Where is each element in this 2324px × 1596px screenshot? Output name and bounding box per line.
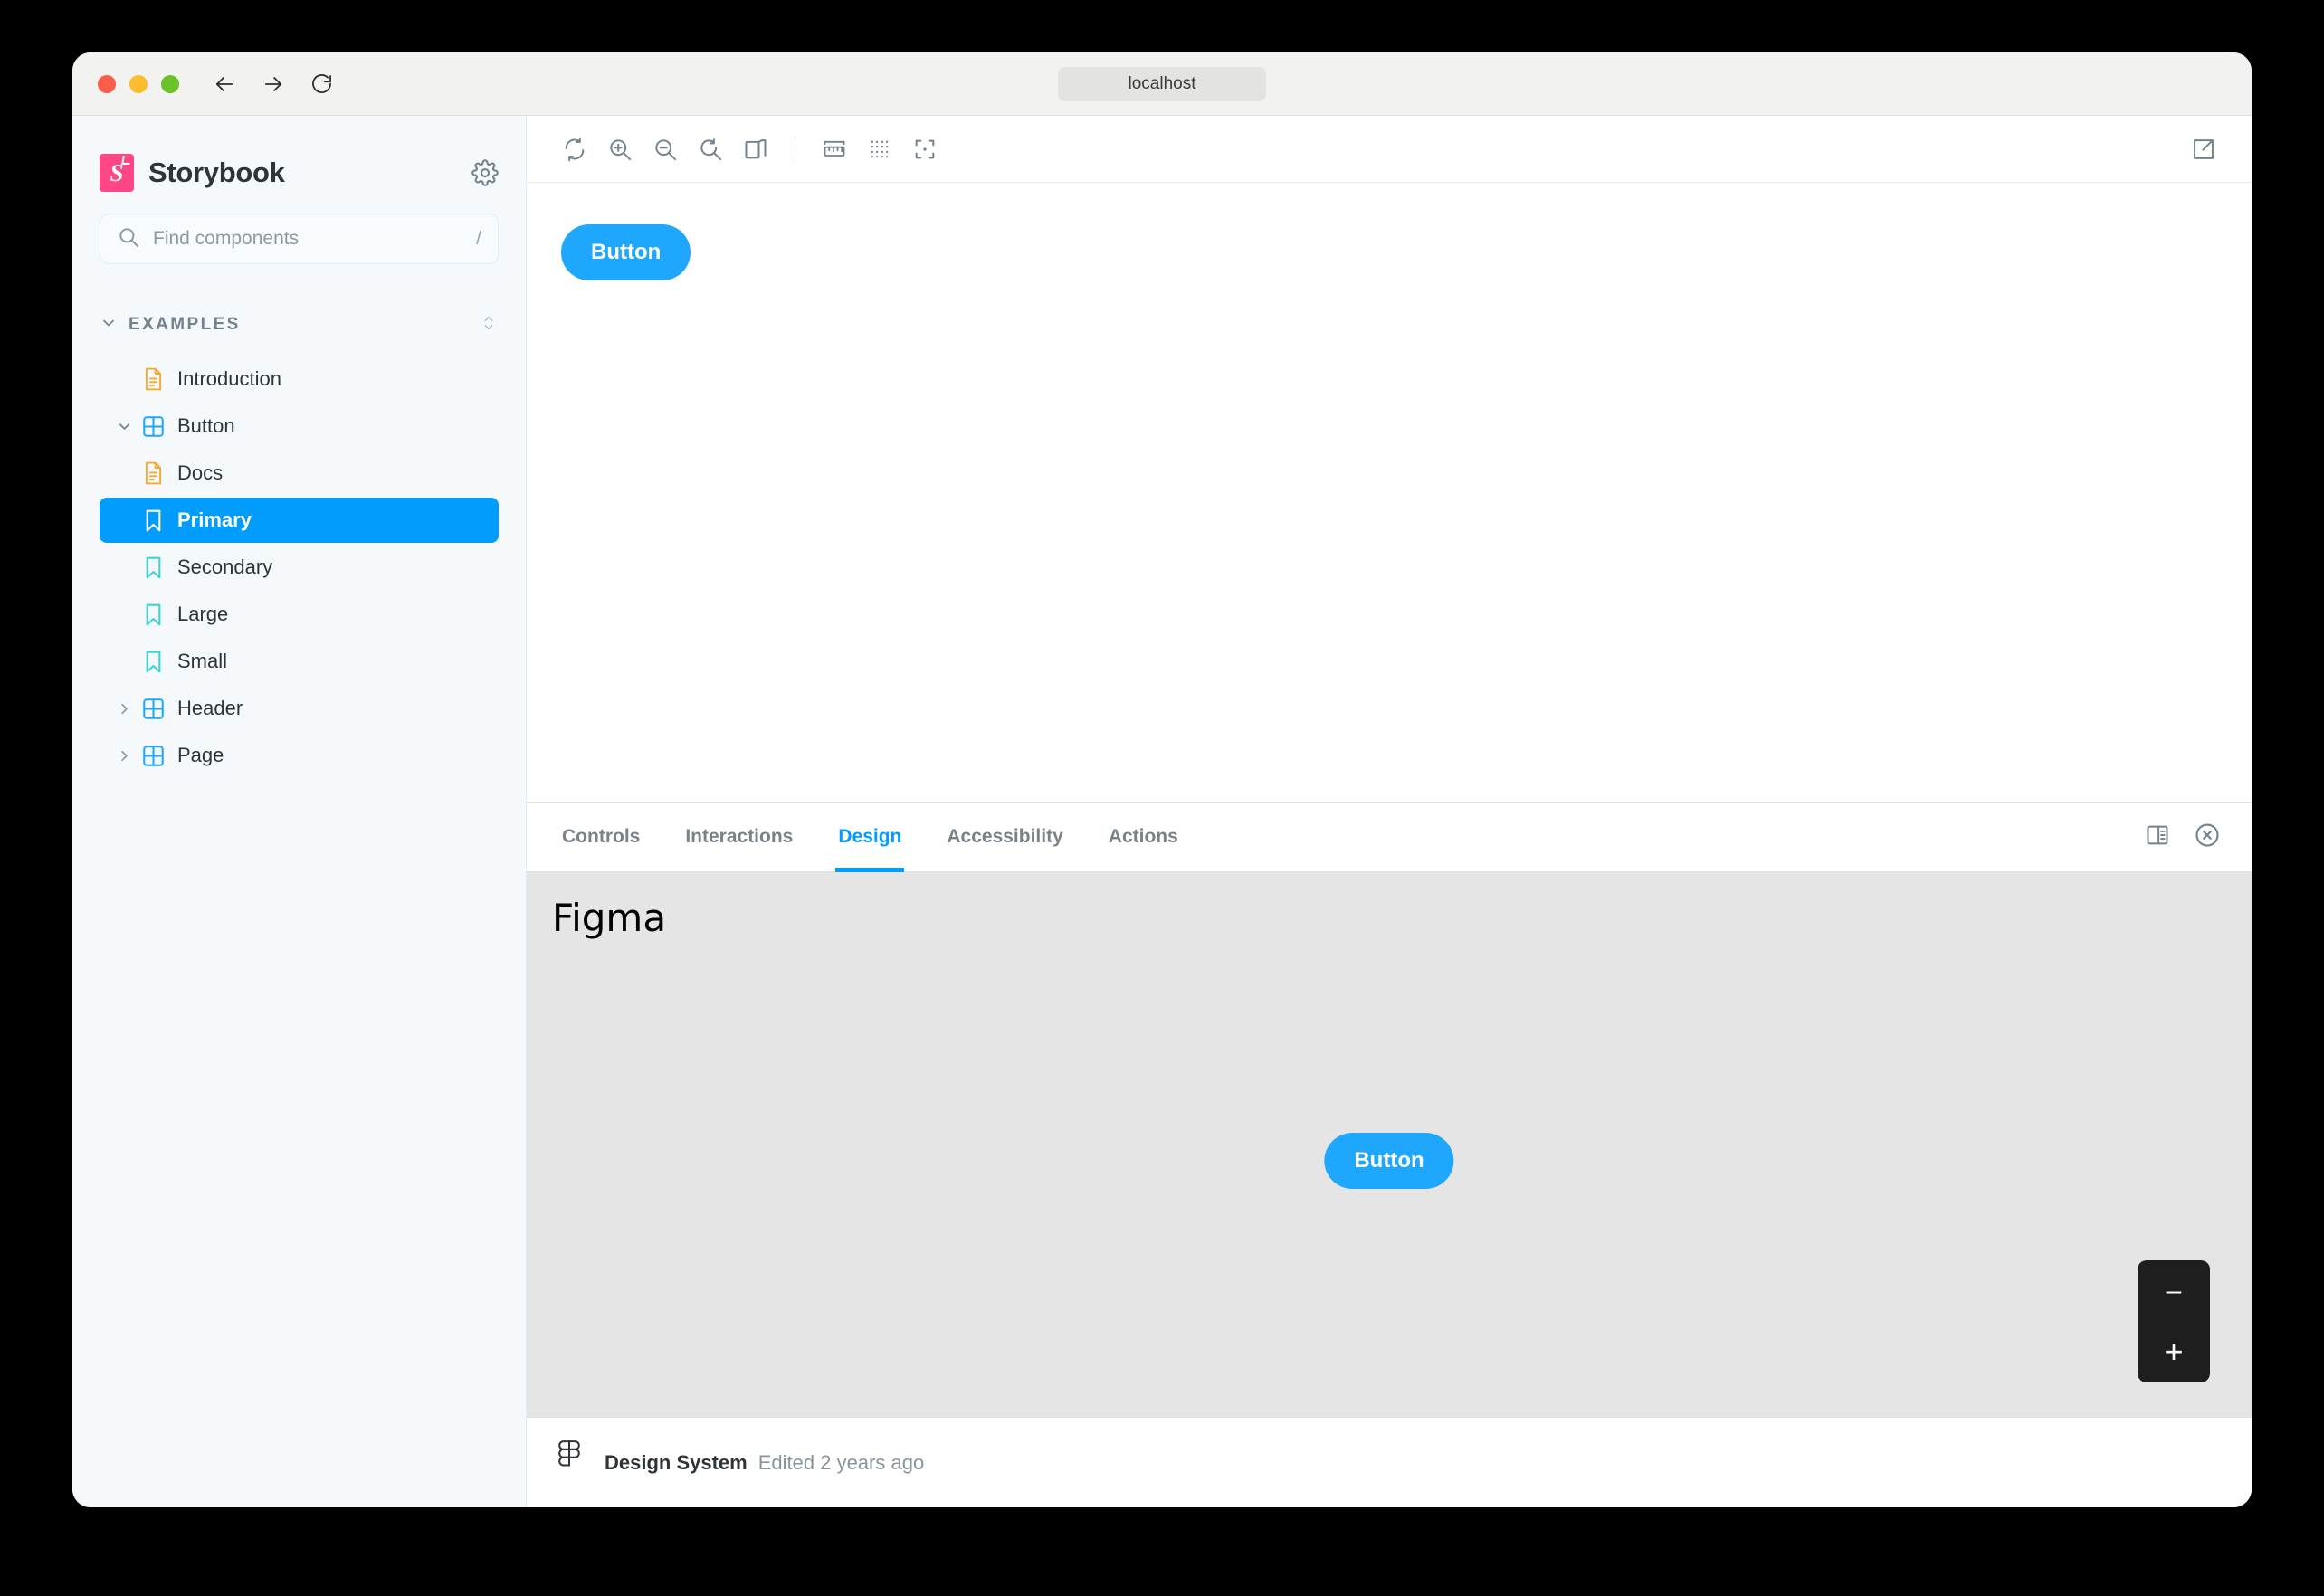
measure-icon[interactable]	[812, 127, 857, 172]
remount-icon[interactable]	[552, 127, 597, 172]
figma-embed[interactable]: Figma Button – +	[527, 872, 2252, 1417]
sidebar-item-header[interactable]: Header	[100, 686, 499, 731]
chevron-right-icon[interactable]	[110, 700, 138, 717]
preview-button[interactable]: Button	[561, 224, 691, 280]
storybook-app: S Storybook / EXAMPLES	[72, 116, 2252, 1507]
reload-icon[interactable]	[310, 71, 334, 96]
sidebar-brand[interactable]: S Storybook	[100, 116, 499, 214]
figma-canvas-button[interactable]: Button	[1324, 1133, 1454, 1190]
gear-icon[interactable]	[471, 159, 499, 186]
story-icon	[138, 556, 168, 579]
sidebar-item-label: Button	[177, 414, 235, 437]
sidebar-item-label: Page	[177, 744, 224, 766]
sidebar-item-label: Large	[177, 603, 229, 625]
story-icon	[138, 603, 168, 626]
tab-interactions[interactable]: Interactions	[662, 803, 815, 871]
tab-actions[interactable]: Actions	[1086, 803, 1201, 871]
zoom-reset-icon[interactable]	[688, 127, 733, 172]
zoom-out-icon[interactable]	[643, 127, 688, 172]
sidebar-item-button[interactable]: Button	[100, 404, 499, 449]
component-icon	[138, 745, 168, 767]
sidebar-item-secondary[interactable]: Secondary	[100, 545, 499, 590]
zoom-in-icon[interactable]	[597, 127, 643, 172]
sidebar-item-large[interactable]: Large	[100, 592, 499, 637]
browser-window: localhost S Storybook /	[72, 52, 2252, 1507]
sidebar-item-page[interactable]: Page	[100, 733, 499, 778]
chevron-down-icon[interactable]	[110, 418, 138, 435]
external-link-icon[interactable]	[2181, 127, 2226, 172]
tab-bar-spacer	[1201, 803, 2145, 871]
main-area: Button Controls Interactions Design Acce…	[527, 116, 2252, 1507]
maximize-window-button[interactable]	[161, 74, 179, 93]
figma-zoom-in-button[interactable]: +	[2138, 1322, 2210, 1383]
figma-file-name: Design System	[605, 1450, 748, 1474]
forward-icon[interactable]	[261, 71, 286, 97]
minimize-window-button[interactable]	[129, 74, 148, 93]
search-shortcut-hint: /	[476, 228, 481, 249]
panel-controls	[2145, 803, 2239, 871]
sidebar-item-introduction[interactable]: Introduction	[100, 356, 499, 402]
url-text: localhost	[1128, 73, 1196, 93]
tab-controls[interactable]: Controls	[539, 803, 662, 871]
search-input[interactable]	[153, 228, 477, 250]
tab-design[interactable]: Design	[815, 803, 924, 872]
sidebar-group-label: EXAMPLES	[129, 315, 241, 334]
figma-edited-meta: Edited 2 years ago	[757, 1450, 925, 1474]
figma-logo-icon	[556, 1440, 583, 1485]
figma-frame-title: Figma	[552, 896, 667, 940]
chevron-right-icon[interactable]	[110, 747, 138, 765]
addon-panel: Controls Interactions Design Accessibili…	[527, 802, 2252, 1507]
browser-nav-buttons	[212, 71, 334, 97]
outline-icon[interactable]	[902, 127, 948, 172]
storybook-logo-icon: S	[100, 154, 134, 192]
figma-zoom-out-button[interactable]: –	[2138, 1260, 2210, 1322]
tab-accessibility[interactable]: Accessibility	[924, 803, 1085, 871]
sidebar-item-label: Docs	[177, 461, 224, 484]
figma-zoom-controls: – +	[2138, 1260, 2210, 1382]
preview-toolbar	[527, 116, 2252, 183]
sidebar-item-primary[interactable]: Primary	[100, 498, 499, 543]
close-window-button[interactable]	[98, 74, 116, 93]
expand-collapse-icon[interactable]	[479, 311, 499, 339]
sidebar-item-small[interactable]: Small	[100, 639, 499, 684]
brand-title: Storybook	[148, 157, 285, 188]
sidebar-item-label: Small	[177, 650, 228, 672]
sidebar-item-label: Secondary	[177, 556, 273, 578]
back-icon[interactable]	[212, 71, 237, 97]
background-icon[interactable]	[733, 127, 778, 172]
story-preview-canvas: Button	[527, 183, 2252, 802]
sidebar-tree: Introduction Button Docs Primary Seconda…	[100, 356, 499, 778]
url-bar[interactable]: localhost	[1058, 66, 1266, 101]
browser-chrome: localhost	[72, 52, 2252, 116]
addon-tab-bar: Controls Interactions Design Accessibili…	[527, 802, 2252, 872]
grid-icon[interactable]	[857, 127, 902, 172]
figma-footer: Design System Edited 2 years ago	[527, 1417, 2252, 1507]
document-icon	[138, 461, 168, 485]
search-icon	[117, 225, 140, 253]
sidebar-item-label: Header	[177, 697, 243, 719]
traffic-lights	[98, 74, 179, 93]
chevron-down-icon	[100, 314, 118, 337]
panel-position-icon[interactable]	[2145, 822, 2170, 852]
close-circle-icon[interactable]	[2194, 822, 2221, 853]
sidebar-item-label: Primary	[177, 508, 252, 531]
component-icon	[138, 698, 168, 720]
search-box[interactable]: /	[100, 214, 499, 264]
component-icon	[138, 415, 168, 438]
sidebar-item-docs[interactable]: Docs	[100, 451, 499, 496]
document-icon	[138, 367, 168, 391]
story-icon	[138, 509, 168, 532]
story-icon	[138, 651, 168, 673]
sidebar-item-label: Introduction	[177, 367, 281, 390]
sidebar-group-examples[interactable]: EXAMPLES	[100, 306, 499, 344]
sidebar: S Storybook / EXAMPLES	[72, 116, 527, 1507]
